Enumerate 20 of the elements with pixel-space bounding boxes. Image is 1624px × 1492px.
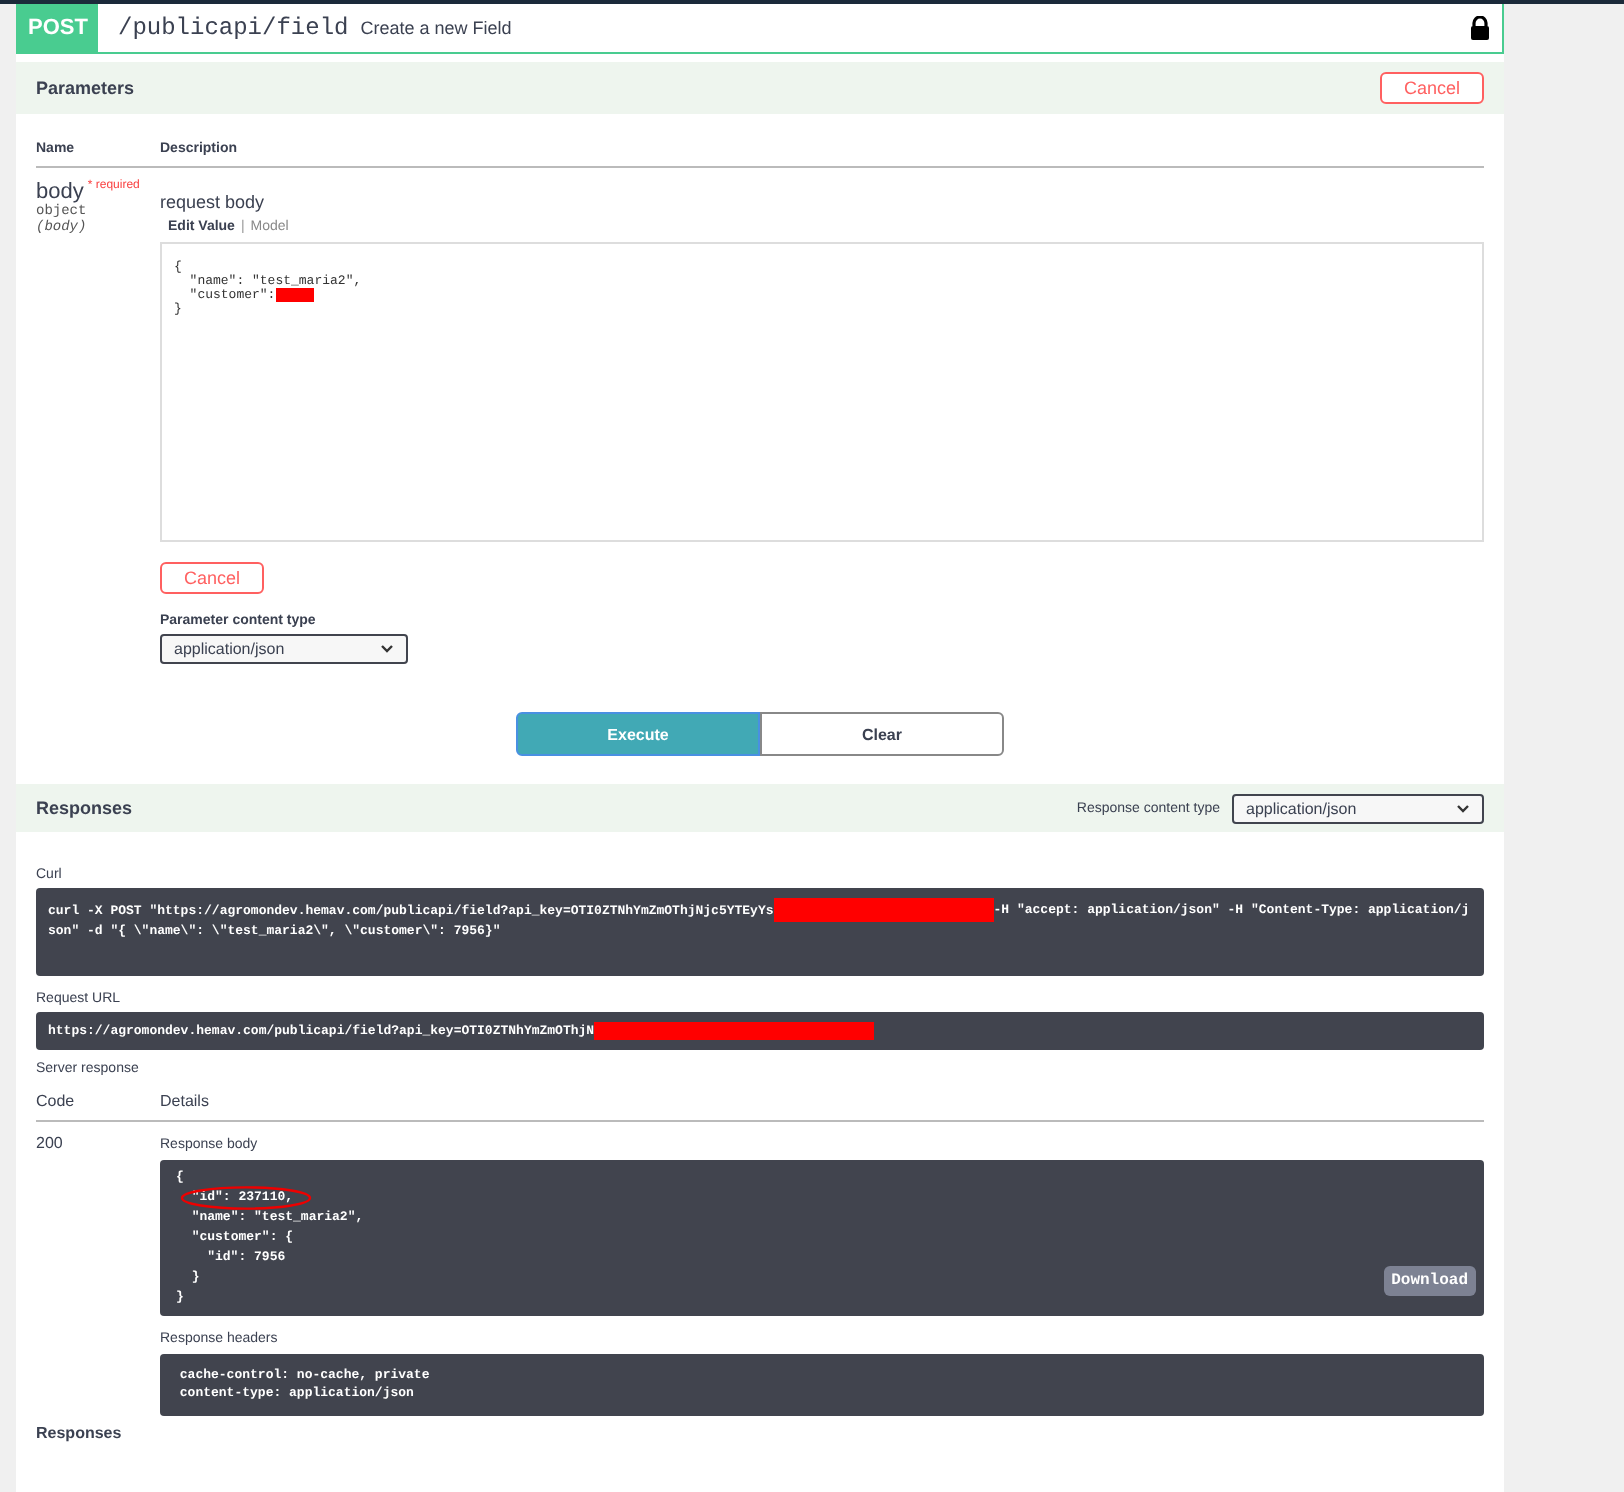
parameter-name: body $^{* required}$ (36, 180, 142, 204)
lock-icon[interactable] (1470, 16, 1490, 40)
column-header: Code (36, 1092, 77, 1111)
content-type-select[interactable]: application/json (160, 634, 408, 664)
section-title: Responses (36, 798, 133, 818)
section-title: Parameters (36, 78, 135, 98)
endpoint-path: /publicapi/field (118, 14, 349, 42)
parameter-description: request body (160, 192, 267, 212)
chevron-down-icon (380, 644, 394, 654)
operation-summary: Create a new Field (360, 18, 514, 38)
download-button[interactable]: Download (1383, 1266, 1476, 1297)
operation-header[interactable]: POST /publicapi/field Create a new Field (16, 4, 1504, 54)
status-code: 200 (36, 1134, 65, 1157)
section-title: Responses (36, 1423, 124, 1441)
column-header: Details (160, 1092, 211, 1111)
content-type-select[interactable]: application/json (1232, 793, 1484, 823)
method-badge: POST (18, 4, 98, 52)
clear-button[interactable]: Clear (760, 712, 1004, 756)
chevron-down-icon (1456, 803, 1470, 813)
redaction-bar (275, 288, 314, 302)
